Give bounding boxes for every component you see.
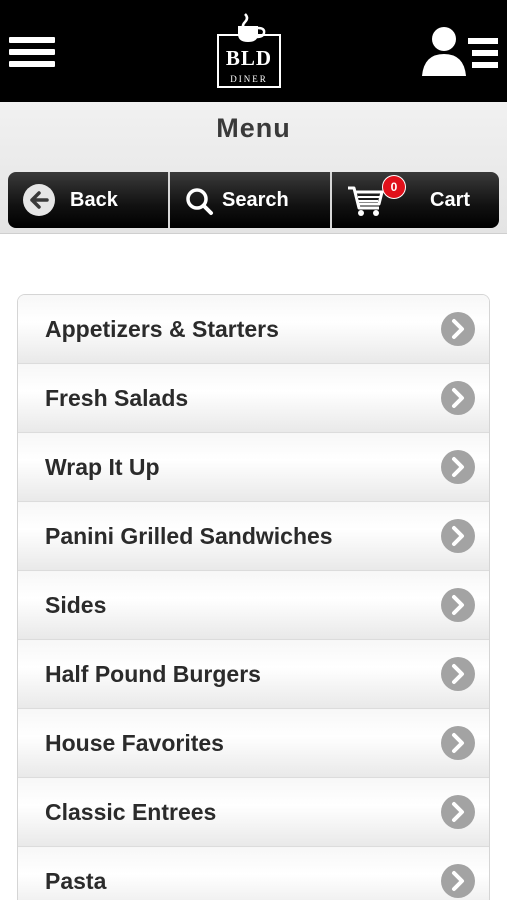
chevron-right-icon	[441, 312, 475, 346]
chevron-right-icon	[441, 450, 475, 484]
category-label: Pasta	[45, 868, 107, 894]
category-label: Half Pound Burgers	[45, 661, 261, 687]
chevron-right-icon	[441, 657, 475, 691]
search-icon	[186, 188, 213, 215]
category-item[interactable]: House Favorites	[18, 709, 489, 778]
chevron-right-icon	[441, 381, 475, 415]
chevron-right-icon	[441, 726, 475, 760]
logo-main-text: BLD	[225, 46, 273, 70]
cart-button[interactable]: 0 Cart	[330, 172, 499, 228]
search-label: Search	[222, 189, 289, 211]
top-bar: BLD DINER	[0, 0, 507, 102]
category-label: House Favorites	[45, 730, 224, 756]
category-item[interactable]: Half Pound Burgers	[18, 640, 489, 709]
category-label: Fresh Salads	[45, 385, 189, 411]
category-label: Sides	[45, 592, 107, 618]
category-item[interactable]: Pasta	[18, 847, 489, 900]
cart-label: Cart	[430, 189, 471, 211]
category-list: Appetizers & Starters Fresh Salads Wrap It…	[17, 294, 490, 900]
category-item[interactable]: Fresh Salads	[18, 364, 489, 433]
nav-bar: Back Search 0 Cart	[8, 172, 499, 228]
category-label: Wrap It Up	[45, 454, 160, 480]
category-item[interactable]: Wrap It Up	[18, 433, 489, 502]
category-item[interactable]: Sides	[18, 571, 489, 640]
chevron-right-icon	[441, 864, 475, 898]
bld-diner-logo[interactable]: BLD DINER	[215, 12, 283, 88]
category-label: Panini Grilled Sandwiches	[45, 523, 333, 549]
category-label: Classic Entrees	[45, 799, 217, 825]
category-item[interactable]: Panini Grilled Sandwiches	[18, 502, 489, 571]
chevron-right-icon	[441, 588, 475, 622]
back-arrow-icon	[23, 184, 55, 216]
hamburger-menu-icon[interactable]	[9, 37, 55, 73]
logo-sub-text: DINER	[230, 74, 268, 84]
category-label: Appetizers & Starters	[45, 316, 279, 342]
chevron-right-icon	[441, 519, 475, 553]
category-item[interactable]: Classic Entrees	[18, 778, 489, 847]
page-title: Menu	[216, 113, 291, 143]
shopping-cart-icon	[348, 186, 384, 216]
title-bar: Menu Back Search 0 Cart	[0, 102, 507, 234]
search-button[interactable]: Search	[168, 172, 330, 228]
category-item[interactable]: Appetizers & Starters	[18, 295, 489, 364]
back-label: Back	[70, 189, 118, 211]
cart-count-badge: 0	[383, 176, 405, 198]
chevron-right-icon	[441, 795, 475, 829]
account-icon[interactable]	[422, 26, 500, 76]
back-button[interactable]: Back	[8, 172, 168, 228]
